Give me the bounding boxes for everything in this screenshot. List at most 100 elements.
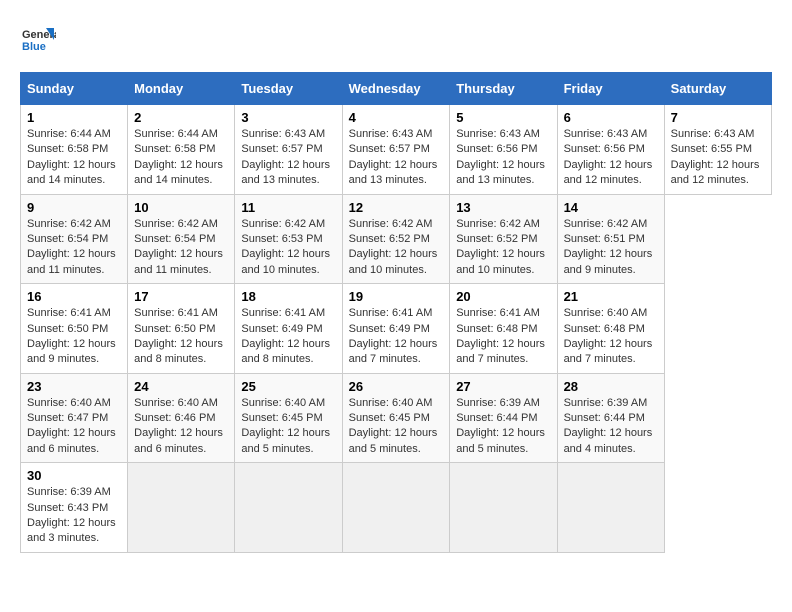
day-detail: Sunrise: 6:41 AMSunset: 6:49 PMDaylight:… [349,306,444,368]
day-detail: Sunrise: 6:42 AMSunset: 6:52 PMDaylight:… [349,217,444,279]
day-number: 30 [27,468,121,483]
day-number: 25 [241,379,335,394]
svg-text:Blue: Blue [22,41,46,53]
calendar-cell: 6 Sunrise: 6:43 AMSunset: 6:56 PMDaylight… [557,105,664,195]
day-number: 4 [349,110,444,125]
day-number: 2 [134,110,228,125]
day-number: 19 [349,289,444,304]
day-number: 18 [241,289,335,304]
day-detail: Sunrise: 6:42 AMSunset: 6:53 PMDaylight:… [241,217,335,279]
week-row-3: 16 Sunrise: 6:41 AMSunset: 6:50 PMDayligh… [21,284,772,374]
calendar-cell: 30 Sunrise: 6:39 AMSunset: 6:43 PMDayligh… [21,463,128,553]
calendar-cell: 3 Sunrise: 6:43 AMSunset: 6:57 PMDaylight… [235,105,342,195]
day-detail: Sunrise: 6:39 AMSunset: 6:43 PMDaylight:… [27,485,121,547]
calendar-cell: 12 Sunrise: 6:42 AMSunset: 6:52 PMDayligh… [342,194,450,284]
calendar-cell: 27 Sunrise: 6:39 AMSunset: 6:44 PMDayligh… [450,373,557,463]
day-detail: Sunrise: 6:41 AMSunset: 6:50 PMDaylight:… [27,306,121,368]
day-detail: Sunrise: 6:39 AMSunset: 6:44 PMDaylight:… [456,396,550,458]
column-header-thursday: Thursday [450,73,557,105]
day-detail: Sunrise: 6:40 AMSunset: 6:47 PMDaylight:… [27,396,121,458]
calendar-body: 1 Sunrise: 6:44 AMSunset: 6:58 PMDaylight… [21,105,772,553]
column-header-wednesday: Wednesday [342,73,450,105]
day-number: 7 [671,110,765,125]
day-detail: Sunrise: 6:43 AMSunset: 6:57 PMDaylight:… [349,127,444,189]
day-number: 14 [564,200,658,215]
calendar-cell: 17 Sunrise: 6:41 AMSunset: 6:50 PMDayligh… [128,284,235,374]
day-number: 16 [27,289,121,304]
day-detail: Sunrise: 6:42 AMSunset: 6:52 PMDaylight:… [456,217,550,279]
day-detail: Sunrise: 6:40 AMSunset: 6:46 PMDaylight:… [134,396,228,458]
calendar-cell: 1 Sunrise: 6:44 AMSunset: 6:58 PMDaylight… [21,105,128,195]
day-detail: Sunrise: 6:42 AMSunset: 6:54 PMDaylight:… [134,217,228,279]
day-number: 24 [134,379,228,394]
calendar-cell [128,463,235,553]
day-number: 26 [349,379,444,394]
week-row-2: 9 Sunrise: 6:42 AMSunset: 6:54 PMDaylight… [21,194,772,284]
calendar-cell: 28Sunrise: 6:39 AMSunset: 6:44 PMDayligh… [557,373,664,463]
calendar-cell: 23 Sunrise: 6:40 AMSunset: 6:47 PMDayligh… [21,373,128,463]
day-detail: Sunrise: 6:43 AMSunset: 6:55 PMDaylight:… [671,127,765,189]
day-detail: Sunrise: 6:44 AMSunset: 6:58 PMDaylight:… [27,127,121,189]
day-number: 5 [456,110,550,125]
day-number: 10 [134,200,228,215]
week-row-5: 30 Sunrise: 6:39 AMSunset: 6:43 PMDayligh… [21,463,772,553]
day-detail: Sunrise: 6:40 AMSunset: 6:45 PMDaylight:… [349,396,444,458]
calendar-cell: 4 Sunrise: 6:43 AMSunset: 6:57 PMDaylight… [342,105,450,195]
calendar-cell: 19 Sunrise: 6:41 AMSunset: 6:49 PMDayligh… [342,284,450,374]
day-detail: Sunrise: 6:40 AMSunset: 6:48 PMDaylight:… [564,306,658,368]
logo: General Blue [20,20,56,56]
column-header-tuesday: Tuesday [235,73,342,105]
day-detail: Sunrise: 6:41 AMSunset: 6:49 PMDaylight:… [241,306,335,368]
column-header-saturday: Saturday [664,73,771,105]
day-number: 11 [241,200,335,215]
column-header-friday: Friday [557,73,664,105]
day-number: 21 [564,289,658,304]
day-number: 12 [349,200,444,215]
day-number: 17 [134,289,228,304]
day-number: 28 [564,379,658,394]
day-number: 23 [27,379,121,394]
logo-icon: General Blue [20,20,56,56]
calendar-cell: 10 Sunrise: 6:42 AMSunset: 6:54 PMDayligh… [128,194,235,284]
calendar-cell: 16 Sunrise: 6:41 AMSunset: 6:50 PMDayligh… [21,284,128,374]
calendar-header-row: SundayMondayTuesdayWednesdayThursdayFrid… [21,73,772,105]
calendar-cell: 5 Sunrise: 6:43 AMSunset: 6:56 PMDaylight… [450,105,557,195]
day-detail: Sunrise: 6:43 AMSunset: 6:56 PMDaylight:… [564,127,658,189]
day-number: 6 [564,110,658,125]
calendar-cell: 7 Sunrise: 6:43 AMSunset: 6:55 PMDaylight… [664,105,771,195]
calendar-cell [342,463,450,553]
calendar-cell: 2 Sunrise: 6:44 AMSunset: 6:58 PMDaylight… [128,105,235,195]
calendar-cell: 9 Sunrise: 6:42 AMSunset: 6:54 PMDaylight… [21,194,128,284]
calendar-cell: 11 Sunrise: 6:42 AMSunset: 6:53 PMDayligh… [235,194,342,284]
calendar-cell: 24 Sunrise: 6:40 AMSunset: 6:46 PMDayligh… [128,373,235,463]
column-header-monday: Monday [128,73,235,105]
day-detail: Sunrise: 6:42 AMSunset: 6:51 PMDaylight:… [564,217,658,279]
day-detail: Sunrise: 6:43 AMSunset: 6:56 PMDaylight:… [456,127,550,189]
day-detail: Sunrise: 6:44 AMSunset: 6:58 PMDaylight:… [134,127,228,189]
day-detail: Sunrise: 6:42 AMSunset: 6:54 PMDaylight:… [27,217,121,279]
calendar-cell: 13 Sunrise: 6:42 AMSunset: 6:52 PMDayligh… [450,194,557,284]
calendar-cell: 25 Sunrise: 6:40 AMSunset: 6:45 PMDayligh… [235,373,342,463]
calendar-cell [450,463,557,553]
day-detail: Sunrise: 6:43 AMSunset: 6:57 PMDaylight:… [241,127,335,189]
day-detail: Sunrise: 6:41 AMSunset: 6:50 PMDaylight:… [134,306,228,368]
day-number: 27 [456,379,550,394]
week-row-1: 1 Sunrise: 6:44 AMSunset: 6:58 PMDaylight… [21,105,772,195]
calendar-cell: 14 Sunrise: 6:42 AMSunset: 6:51 PMDayligh… [557,194,664,284]
calendar-cell: 18 Sunrise: 6:41 AMSunset: 6:49 PMDayligh… [235,284,342,374]
calendar: SundayMondayTuesdayWednesdayThursdayFrid… [20,72,772,553]
day-detail: Sunrise: 6:41 AMSunset: 6:48 PMDaylight:… [456,306,550,368]
week-row-4: 23 Sunrise: 6:40 AMSunset: 6:47 PMDayligh… [21,373,772,463]
column-header-sunday: Sunday [21,73,128,105]
header: General Blue [20,20,772,56]
day-number: 1 [27,110,121,125]
calendar-cell [557,463,664,553]
day-number: 13 [456,200,550,215]
calendar-cell: 21 Sunrise: 6:40 AMSunset: 6:48 PMDayligh… [557,284,664,374]
day-number: 9 [27,200,121,215]
day-detail: Sunrise: 6:40 AMSunset: 6:45 PMDaylight:… [241,396,335,458]
day-number: 20 [456,289,550,304]
day-number: 3 [241,110,335,125]
calendar-cell [235,463,342,553]
calendar-cell: 26 Sunrise: 6:40 AMSunset: 6:45 PMDayligh… [342,373,450,463]
